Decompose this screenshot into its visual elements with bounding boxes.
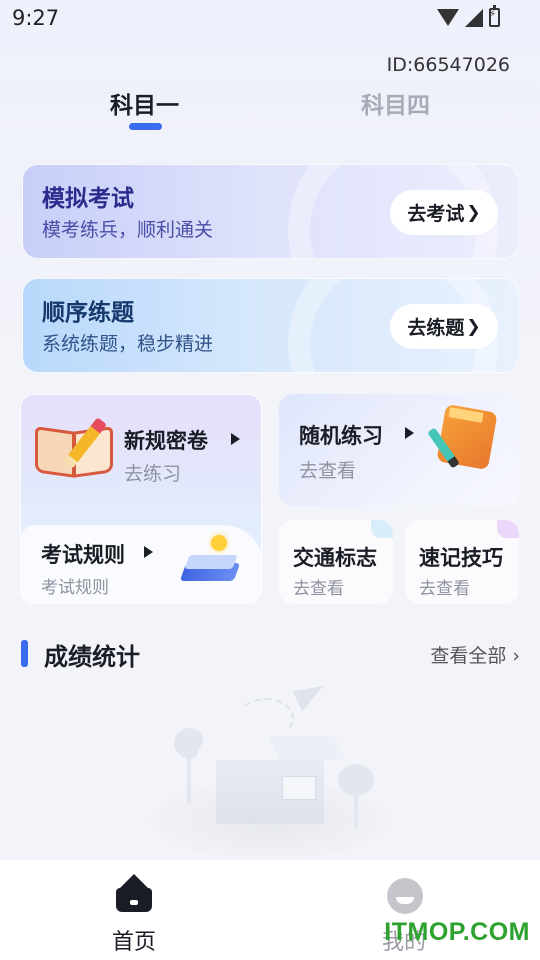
random-practice-title: 随机练习	[299, 424, 383, 448]
subject-tabs: 科目一 科目四	[0, 86, 540, 136]
random-practice-card[interactable]: 随机练习 去查看	[279, 394, 519, 506]
sequential-practice-title: 顺序练题	[42, 300, 134, 326]
status-time: 9:27	[12, 6, 60, 30]
corner-decoration	[371, 520, 393, 538]
nav-home-label: 首页	[111, 930, 156, 955]
mock-exam-title: 模拟考试	[42, 186, 134, 212]
traffic-signs-card[interactable]: 交通标志 去查看	[279, 520, 393, 604]
status-bar: 9:27	[0, 0, 540, 38]
scores-section-title: 成绩统计	[44, 643, 140, 671]
wifi-icon	[437, 9, 459, 26]
memory-tips-card[interactable]: 速记技巧 去查看	[405, 520, 519, 604]
corner-decoration	[497, 520, 519, 538]
exam-rules-card[interactable]: 考试规则 考试规则	[21, 525, 261, 603]
sequential-practice-subtitle: 系统练题，稳步精进	[42, 333, 214, 355]
go-practice-button[interactable]: 去练题 ❯	[390, 304, 498, 349]
status-icons	[437, 5, 500, 27]
open-book-pencil-icon	[35, 415, 117, 481]
site-watermark: ITMOP.COM	[384, 918, 530, 946]
user-id: ID:66547026	[386, 54, 510, 76]
tab-subject-four[interactable]: 科目四	[361, 86, 430, 120]
traffic-signs-title: 交通标志	[293, 546, 377, 570]
chevron-right-icon: ❯	[466, 316, 481, 337]
memory-tips-subtitle: 去查看	[419, 579, 470, 599]
mock-exam-subtitle: 模考练兵，顺利通关	[42, 219, 214, 241]
profile-icon	[387, 878, 423, 914]
mock-exam-banner[interactable]: 模拟考试 模考练兵，顺利通关 去考试 ❯	[22, 164, 519, 259]
empty-state-illustration	[150, 678, 390, 860]
go-practice-label: 去练题	[407, 317, 465, 339]
signal-icon	[465, 8, 483, 27]
tab-active-indicator	[129, 123, 162, 130]
random-practice-subtitle: 去查看	[299, 460, 357, 482]
new-rules-subtitle: 去练习	[124, 463, 182, 485]
paper-plane-icon	[292, 678, 330, 712]
exam-rules-subtitle: 考试规则	[41, 578, 109, 598]
memory-tips-title: 速记技巧	[419, 546, 503, 570]
traffic-signs-subtitle: 去查看	[293, 579, 344, 599]
new-rules-title: 新规密卷	[124, 429, 208, 453]
rule-book-icon	[179, 535, 241, 591]
sequential-practice-banner[interactable]: 顺序练题 系统练题，稳步精进 去练题 ❯	[22, 278, 519, 373]
play-arrow-icon	[405, 427, 414, 439]
play-arrow-icon	[231, 433, 240, 445]
play-arrow-icon	[144, 546, 153, 558]
nav-home[interactable]: 首页	[74, 860, 194, 960]
battery-icon	[489, 5, 500, 27]
chevron-right-icon: ❯	[466, 202, 481, 223]
view-all-link[interactable]: 查看全部 ›	[430, 641, 520, 668]
home-icon	[116, 874, 152, 912]
go-exam-button[interactable]: 去考试 ❯	[390, 190, 498, 235]
exam-rules-title: 考试规则	[41, 543, 125, 567]
notebook-pen-icon	[427, 403, 498, 471]
go-exam-label: 去考试	[407, 203, 465, 225]
section-accent-bar	[21, 640, 28, 667]
new-rules-card[interactable]: 新规密卷 去练习 考试规则 考试规则	[20, 394, 262, 604]
tab-subject-one[interactable]: 科目一	[110, 86, 179, 120]
